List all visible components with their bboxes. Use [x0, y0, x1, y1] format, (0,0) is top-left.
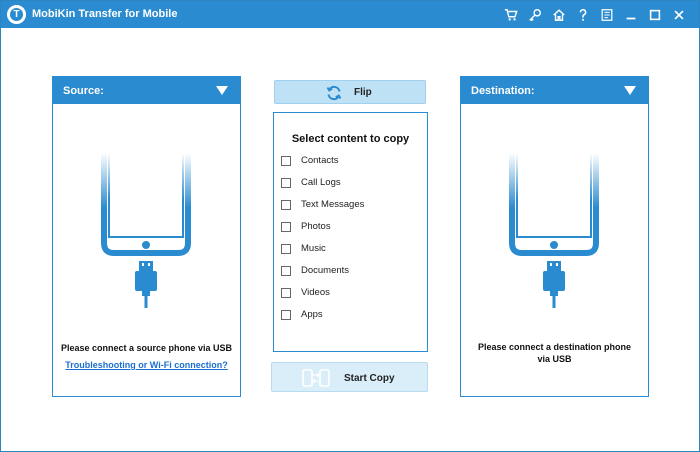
app-title: MobiKin Transfer for Mobile	[32, 8, 178, 20]
start-copy-label: Start Copy	[344, 373, 395, 384]
cart-icon[interactable]	[499, 6, 523, 24]
content-selection-panel: Select content to copy Contacts Call Log…	[273, 112, 428, 352]
minimize-icon[interactable]	[619, 6, 643, 24]
maximize-icon[interactable]	[643, 6, 667, 24]
flip-label: Flip	[354, 87, 372, 98]
start-copy-button[interactable]: Start Copy	[271, 362, 428, 392]
content-item-documents[interactable]: Documents	[281, 265, 421, 279]
source-connect-message: Please connect a source phone via USB	[60, 343, 233, 353]
app-logo-letter: T	[10, 8, 23, 21]
phone-usb-icon	[509, 153, 599, 308]
feedback-icon[interactable]	[595, 6, 619, 24]
contacts-label: Contacts	[301, 155, 339, 166]
call-logs-label: Call Logs	[301, 177, 341, 188]
app-logo-icon: T	[7, 5, 26, 24]
app-window: T MobiKin Transfer for Mobile Source: Pl…	[0, 0, 700, 452]
text-messages-checkbox[interactable]	[281, 200, 291, 210]
apps-label: Apps	[301, 309, 323, 320]
content-item-photos[interactable]: Photos	[281, 221, 421, 235]
content-item-text-messages[interactable]: Text Messages	[281, 199, 421, 213]
titlebar-controls	[499, 6, 691, 24]
text-messages-label: Text Messages	[301, 199, 365, 210]
help-icon[interactable]	[571, 6, 595, 24]
home-icon[interactable]	[547, 6, 571, 24]
photos-label: Photos	[301, 221, 331, 232]
destination-connect-message-line1: Please connect a destination phone	[477, 342, 632, 352]
title-bar[interactable]: T MobiKin Transfer for Mobile	[1, 1, 699, 28]
music-checkbox[interactable]	[281, 244, 291, 254]
source-dropdown[interactable]: Source:	[53, 77, 240, 104]
content-item-contacts[interactable]: Contacts	[281, 155, 421, 169]
content-item-music[interactable]: Music	[281, 243, 421, 257]
documents-checkbox[interactable]	[281, 266, 291, 276]
destination-panel: Destination: Please connect a destinatio…	[460, 76, 649, 397]
destination-dropdown[interactable]: Destination:	[461, 77, 648, 104]
destination-label: Destination:	[471, 85, 535, 97]
content-item-call-logs[interactable]: Call Logs	[281, 177, 421, 191]
troubleshooting-link[interactable]: Troubleshooting or Wi-Fi connection?	[53, 360, 240, 370]
phone-transfer-icon	[302, 369, 330, 387]
music-label: Music	[301, 243, 326, 254]
documents-label: Documents	[301, 265, 350, 276]
content-title: Select content to copy	[291, 133, 410, 145]
close-icon[interactable]	[667, 6, 691, 24]
content-item-apps[interactable]: Apps	[281, 309, 421, 323]
source-panel: Source: Please connect a source phone vi…	[52, 76, 241, 397]
phone-usb-icon	[101, 153, 191, 308]
flip-button[interactable]: Flip	[274, 80, 426, 104]
refresh-icon	[326, 85, 342, 101]
chevron-down-icon[interactable]	[624, 86, 636, 95]
contacts-checkbox[interactable]	[281, 156, 291, 166]
key-icon[interactable]	[523, 6, 547, 24]
destination-connect-message-line2: via USB	[537, 354, 572, 364]
source-label: Source:	[63, 85, 104, 97]
photos-checkbox[interactable]	[281, 222, 291, 232]
videos-checkbox[interactable]	[281, 288, 291, 298]
content-item-videos[interactable]: Videos	[281, 287, 421, 301]
apps-checkbox[interactable]	[281, 310, 291, 320]
videos-label: Videos	[301, 287, 330, 298]
call-logs-checkbox[interactable]	[281, 178, 291, 188]
chevron-down-icon[interactable]	[216, 86, 228, 95]
